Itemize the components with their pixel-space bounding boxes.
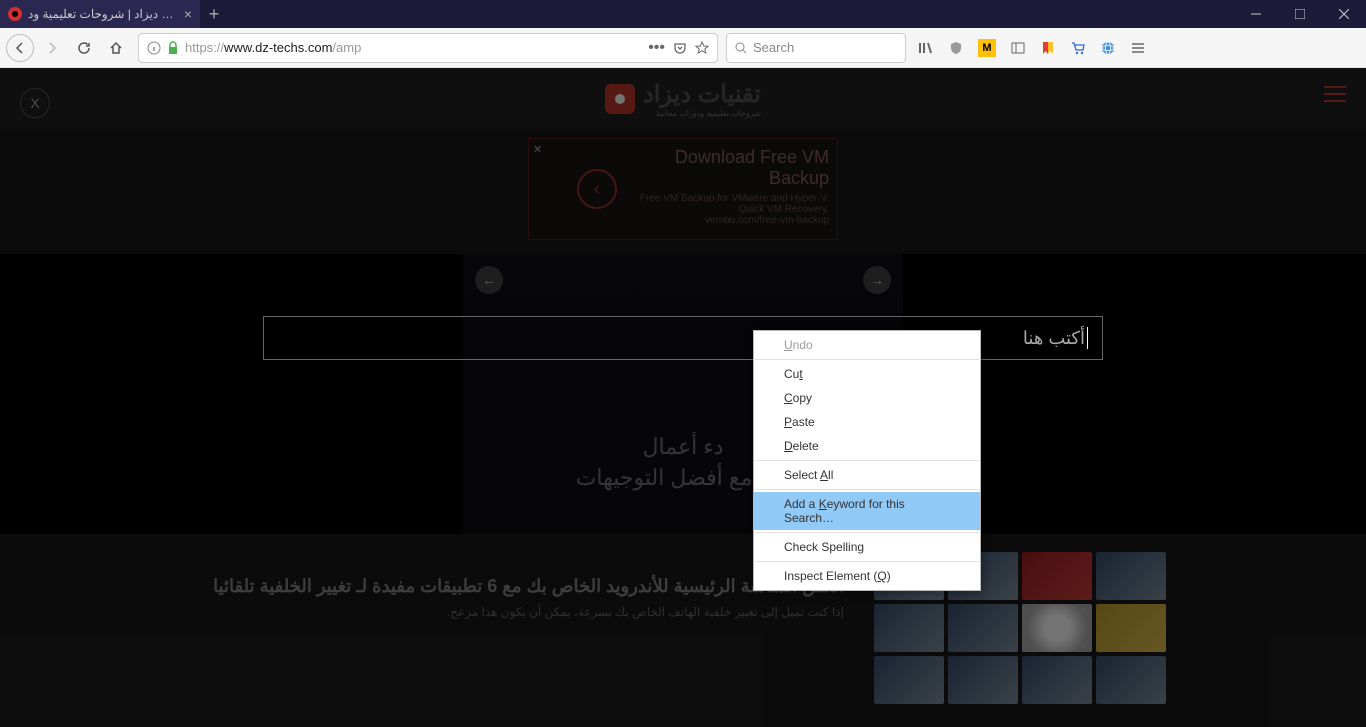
- search-icon: [735, 42, 747, 54]
- back-button[interactable]: [6, 34, 34, 62]
- sidebar-icon[interactable]: [1010, 40, 1026, 56]
- ctx-separator: [755, 489, 979, 490]
- ad-arrow-icon: ‹: [577, 169, 617, 209]
- carousel-next-button[interactable]: →: [863, 266, 891, 294]
- ad-title: Download Free VM Backup: [629, 147, 829, 189]
- page-content: X تقنيات ديزاد شروحات تعليمية ودورات مجا…: [0, 68, 1366, 727]
- menu-icon[interactable]: [1130, 40, 1146, 56]
- close-window-button[interactable]: [1322, 0, 1366, 28]
- ad-link: vembu.com/free-vm-backup: [629, 215, 829, 226]
- ctx-separator: [755, 460, 979, 461]
- cart-icon[interactable]: [1070, 40, 1086, 56]
- thumb-image: [1022, 552, 1092, 600]
- ad-text: Download Free VM Backup Free VM Backup f…: [629, 147, 829, 231]
- toolbar-icons: M: [910, 39, 1154, 57]
- ctx-undo[interactable]: Undo: [754, 333, 980, 357]
- article-category[interactable]: Android: [200, 552, 844, 566]
- site-logo[interactable]: تقنيات ديزاد شروحات تعليمية ودورات مجاني…: [605, 80, 761, 118]
- tab-title: تقنيات ديزاد | شروحات تعليمية ود...: [28, 7, 178, 21]
- ctx-separator: [755, 561, 979, 562]
- url-bar[interactable]: https://www.dz-techs.com/amp •••: [138, 33, 718, 63]
- ctx-separator: [755, 532, 979, 533]
- hero-carousel: ← → دء أعمال dro مع أفضل التوجيهات: [0, 254, 1366, 534]
- search-bar[interactable]: Search: [726, 33, 906, 63]
- shield-icon[interactable]: [948, 40, 964, 56]
- ad-close-icon[interactable]: ✕: [533, 143, 542, 156]
- logo-badge-icon: [605, 84, 635, 114]
- minimize-button[interactable]: [1234, 0, 1278, 28]
- pocket-icon[interactable]: [673, 41, 687, 55]
- thumb-image: [948, 604, 1018, 652]
- search-placeholder: Search: [753, 40, 794, 55]
- library-icon[interactable]: [918, 40, 934, 56]
- ctx-add-keyword[interactable]: Add a Keyword for this Search…: [754, 492, 980, 530]
- ctx-paste[interactable]: Paste: [754, 410, 980, 434]
- url-actions: •••: [648, 39, 709, 57]
- tab-close-icon[interactable]: ×: [184, 6, 192, 22]
- window-controls: [1234, 0, 1366, 28]
- article-row: Android أنعش الشاشة الرئيسية للأندرويد ا…: [0, 534, 1366, 704]
- thumb-image: [1022, 656, 1092, 704]
- tabs-area: تقنيات ديزاد | شروحات تعليمية ود... × +: [0, 0, 228, 28]
- thumb-image: [1096, 604, 1166, 652]
- home-button[interactable]: [102, 34, 130, 62]
- globe-icon[interactable]: [1100, 40, 1116, 56]
- thumb-image: [1022, 604, 1092, 652]
- context-menu: Undo Cut Copy Paste Delete Select All Ad…: [753, 330, 981, 591]
- info-icon[interactable]: [147, 41, 161, 55]
- ctx-delete[interactable]: Delete: [754, 434, 980, 458]
- thumb-image: [874, 656, 944, 704]
- tab-favicon-icon: [8, 7, 22, 21]
- url-text: https://www.dz-techs.com/amp: [185, 40, 642, 55]
- carousel-prev-button[interactable]: ←: [475, 266, 503, 294]
- thumb-image: [1096, 552, 1166, 600]
- lock-icon: [167, 41, 179, 55]
- logo-text: تقنيات ديزاد: [643, 80, 761, 109]
- star-icon[interactable]: [695, 41, 709, 55]
- site-header: X تقنيات ديزاد شروحات تعليمية ودورات مجا…: [0, 68, 1366, 130]
- ctx-separator: [755, 359, 979, 360]
- ctx-copy[interactable]: Copy: [754, 386, 980, 410]
- overlay-close-button[interactable]: X: [20, 88, 50, 118]
- ctx-select-all[interactable]: Select All: [754, 463, 980, 487]
- reload-button[interactable]: [70, 34, 98, 62]
- thumb-image: [874, 604, 944, 652]
- ctx-cut[interactable]: Cut: [754, 362, 980, 386]
- new-tab-button[interactable]: +: [200, 0, 228, 28]
- thumb-image: [948, 656, 1018, 704]
- maximize-button[interactable]: [1278, 0, 1322, 28]
- text-cursor: [1087, 327, 1088, 349]
- ctx-check-spelling[interactable]: Check Spelling: [754, 535, 980, 559]
- navbar: https://www.dz-techs.com/amp ••• Search …: [0, 28, 1366, 68]
- logo-subtitle: شروحات تعليمية ودورات مجانية: [643, 109, 761, 118]
- ad-subtitle: Free VM Backup for VMware and Hyper-V. Q…: [629, 193, 829, 215]
- ctx-inspect[interactable]: Inspect Element (Q): [754, 564, 980, 588]
- article-text: Android أنعش الشاشة الرئيسية للأندرويد ا…: [200, 552, 844, 704]
- hamburger-menu[interactable]: [1324, 86, 1346, 102]
- article-description: إذا كنت تميل إلى تغيير خلفية الهاتف الخا…: [200, 605, 844, 619]
- more-icon[interactable]: •••: [648, 39, 665, 57]
- article-title[interactable]: أنعش الشاشة الرئيسية للأندرويد الخاص بك …: [200, 576, 844, 597]
- thumb-image: [1096, 656, 1166, 704]
- bookmark-ribbon-icon[interactable]: [1040, 40, 1056, 56]
- ad-banner[interactable]: ✕ ‹ Download Free VM Backup Free VM Back…: [528, 138, 838, 240]
- titlebar: تقنيات ديزاد | شروحات تعليمية ود... × +: [0, 0, 1366, 28]
- ext-m-icon[interactable]: M: [978, 39, 996, 57]
- forward-button[interactable]: [38, 34, 66, 62]
- search-placeholder-text: أكتب هنا: [1023, 328, 1085, 349]
- browser-tab[interactable]: تقنيات ديزاد | شروحات تعليمية ود... ×: [0, 0, 200, 28]
